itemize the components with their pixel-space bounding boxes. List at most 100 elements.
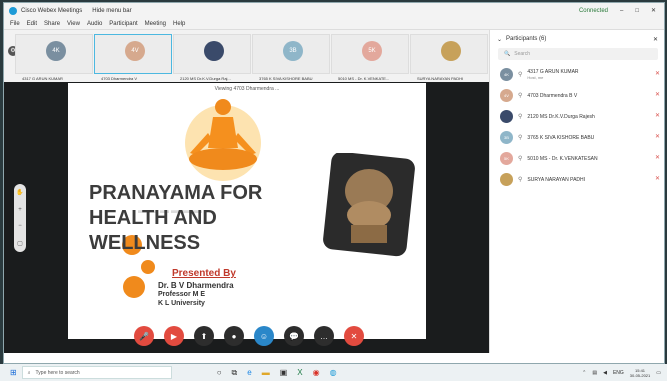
participant-row[interactable]: ⚲ SURYA NARAYAN PADHI ✕ <box>490 169 664 190</box>
muted-mic-icon[interactable]: ✕ <box>655 112 660 119</box>
participant-name: 5010 MS - Dr. K.VENKATESAN <box>527 155 598 162</box>
notifications-icon[interactable]: ▭ <box>656 370 661 376</box>
webex-logo-icon <box>9 6 17 15</box>
video-thumbnail[interactable]: 4K 4317 G ARUN KUMAR <box>15 34 93 81</box>
video-thumbnail[interactable]: SURYA NARAYAN PADHI <box>410 34 488 81</box>
volume-icon[interactable]: ◀ <box>603 370 607 376</box>
avatar: 3B <box>283 41 303 61</box>
avatar <box>441 41 461 61</box>
audio-status-icon: ⚲ <box>518 114 523 120</box>
menu-help[interactable]: Help <box>173 21 185 27</box>
menu-participant[interactable]: Participant <box>109 21 137 27</box>
menu-edit[interactable]: Edit <box>27 21 37 27</box>
connection-status[interactable]: Connected <box>579 8 608 14</box>
clock-date: 30-05-2021 <box>629 372 651 378</box>
thumbnail-name: 4317 G ARUN KUMAR <box>22 76 63 81</box>
language-indicator[interactable]: ENG <box>613 370 624 376</box>
avatar: 4K <box>500 68 513 81</box>
video-thumbnail[interactable]: 5K 5010 MS - Dr. K.VENKATE... <box>331 34 409 81</box>
participants-header: ⌄ Participants (6) ✕ <box>490 30 664 48</box>
participant-info: 2120 MS Dr.K.V.Durga Rajesh <box>527 114 594 120</box>
menu-meeting[interactable]: Meeting <box>145 21 166 27</box>
minimize-button[interactable]: – <box>620 8 623 14</box>
file-explorer-icon[interactable]: ▬ <box>262 368 270 378</box>
muted-mic-icon[interactable]: ✕ <box>655 133 660 140</box>
participant-name: 4703 Dharmendra B V <box>527 92 578 99</box>
tray-arrow-icon[interactable]: ⌃ <box>582 370 586 376</box>
chrome-icon[interactable]: ◉ <box>313 368 320 378</box>
excel-icon[interactable]: X <box>297 368 302 378</box>
shared-content-stage: ✋ + − ▢ Viewing 4703 Dharmendra ... ▬▬▬▬… <box>4 82 489 353</box>
menu-view[interactable]: View <box>67 21 80 27</box>
avatar: 4V <box>500 89 513 102</box>
system-tray: ⌃ ▤ ◀ ENG 15:41 30-05-2021 ▭ <box>582 368 661 378</box>
video-button[interactable]: ▶ <box>164 326 184 346</box>
participant-row[interactable]: 4V ⚲ 4703 Dharmendra B V ✕ <box>490 85 664 106</box>
record-button[interactable]: ● <box>224 326 244 346</box>
more-button[interactable]: … <box>314 326 334 346</box>
participant-row[interactable]: 4K ⚲ 4317 G ARUN KUMAR Host, me ✕ <box>490 64 664 85</box>
viewing-label: Viewing 4703 Dharmendra ... <box>214 86 280 92</box>
video-thumbnail[interactable]: 4V 4703 Dharmendra V <box>94 34 172 81</box>
chat-button[interactable]: 💬 <box>284 326 304 346</box>
participant-row[interactable]: ⚲ 2120 MS Dr.K.V.Durga Rajesh ✕ <box>490 106 664 127</box>
participant-row[interactable]: 3B ⚲ 3765 K SIVA KISHORE BABU ✕ <box>490 127 664 148</box>
windows-taskbar: ⊞ ⌕ Type here to search ○ ⧉ e ▬ ▣ X ◉ ◍ … <box>0 364 667 381</box>
video-thumbnail[interactable]: 3B 3765 K SIVA KISHORE BABU <box>252 34 330 81</box>
presenter-role: Professor M E <box>158 291 206 298</box>
windows-start-icon[interactable]: ⊞ <box>10 368 17 377</box>
thumbnail-name: SURYA NARAYAN PADHI <box>417 76 464 81</box>
avatar <box>204 41 224 61</box>
taskbar-search-input[interactable]: ⌕ Type here to search <box>21 366 172 379</box>
edge-icon[interactable]: e <box>247 368 251 378</box>
participant-search-input[interactable]: 🔍 Search <box>498 48 658 60</box>
avatar <box>500 110 513 123</box>
zoom-in-icon[interactable]: + <box>18 207 22 213</box>
search-icon: ⌕ <box>27 369 31 376</box>
participant-role: Host, me <box>527 75 544 80</box>
maximize-button[interactable]: □ <box>635 8 639 14</box>
statue-image <box>323 153 415 257</box>
store-icon[interactable]: ▣ <box>280 368 288 378</box>
hide-menu-bar-button[interactable]: Hide menu bar <box>92 8 131 14</box>
webex-taskbar-icon[interactable]: ◍ <box>330 368 337 378</box>
network-icon[interactable]: ▤ <box>592 370 597 376</box>
avatar: 5K <box>500 152 513 165</box>
participants-count: Participants (6) <box>506 36 547 42</box>
participant-info: 5010 MS - Dr. K.VENKATESAN <box>527 156 597 162</box>
taskbar-search-placeholder: Type here to search <box>35 369 80 376</box>
audio-status-icon: ⚲ <box>518 72 523 78</box>
video-thumbnail[interactable]: 2120 MS Dr.K.V.Durga Raj... <box>173 34 251 81</box>
presenter-university: K L University <box>158 300 205 307</box>
hand-icon[interactable]: ✋ <box>16 189 23 196</box>
avatar: 5K <box>362 41 382 61</box>
participant-name: 3765 K SIVA KISHORE BABU <box>527 134 595 141</box>
menu-audio[interactable]: Audio <box>87 21 102 27</box>
participants-button[interactable]: ☺ <box>254 326 274 346</box>
close-panel-icon[interactable]: ✕ <box>653 36 658 43</box>
mute-button[interactable]: 🎤 <box>134 326 154 346</box>
cortana-icon[interactable]: ○ <box>217 368 222 378</box>
zoom-out-icon[interactable]: − <box>18 223 22 229</box>
muted-mic-icon[interactable]: ✕ <box>655 154 660 161</box>
task-view-icon[interactable]: ⧉ <box>232 368 238 378</box>
thumbnail-name: 2120 MS Dr.K.V.Durga Raj... <box>180 76 231 81</box>
zoom-controls[interactable]: ✋ + − ▢ <box>14 184 26 252</box>
muted-mic-icon[interactable]: ✕ <box>655 175 660 182</box>
participant-info: 4703 Dharmendra B V <box>527 93 577 99</box>
chevron-down-icon[interactable]: ⌄ <box>497 36 502 43</box>
meditation-figure-icon <box>185 99 261 181</box>
participant-row[interactable]: 5K ⚲ 5010 MS - Dr. K.VENKATESAN ✕ <box>490 148 664 169</box>
taskbar-apps: ○ ⧉ e ▬ ▣ X ◉ ◍ <box>217 368 337 378</box>
clock[interactable]: 15:41 30-05-2021 <box>630 368 650 378</box>
slide-title: PRANAYAMA FOR HEALTH AND WELLNESS <box>89 181 262 256</box>
share-button[interactable]: ⬆ <box>194 326 214 346</box>
menu-file[interactable]: File <box>10 21 20 27</box>
menu-share[interactable]: Share <box>44 21 60 27</box>
muted-mic-icon[interactable]: ✕ <box>655 91 660 98</box>
leave-button[interactable]: ✕ <box>344 326 364 346</box>
muted-mic-icon[interactable]: ✕ <box>655 70 660 77</box>
close-button[interactable]: ✕ <box>651 7 656 14</box>
fit-icon[interactable]: ▢ <box>17 240 23 247</box>
presentation-slide: Viewing 4703 Dharmendra ... ▬▬▬▬▬▬ PRANA… <box>68 83 426 339</box>
